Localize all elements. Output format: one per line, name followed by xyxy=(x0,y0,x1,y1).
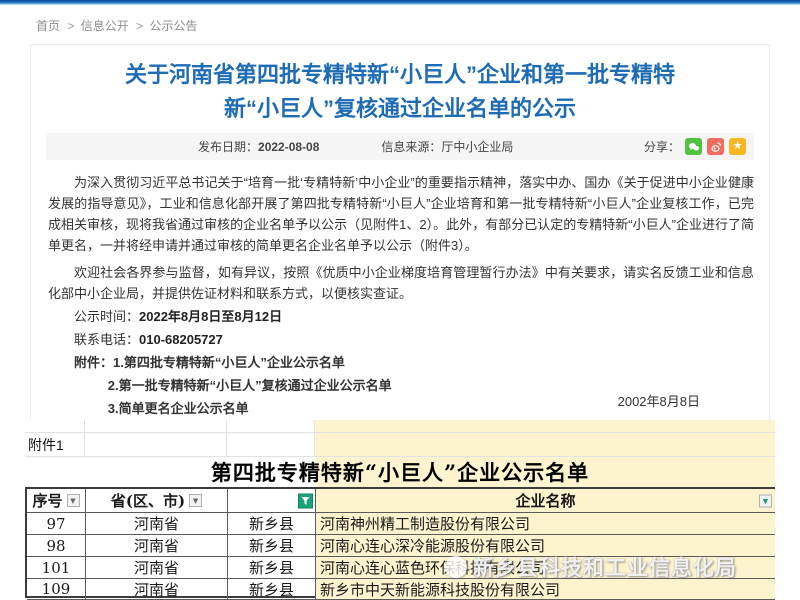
gridline xyxy=(84,420,85,456)
weibo-share-icon[interactable] xyxy=(707,138,724,155)
table-cell-company: 新乡市中天新能源科技股份有限公司 xyxy=(316,579,775,600)
table-cell-company: 河南心连心深冷能源股份有限公司 xyxy=(316,535,775,557)
table-cell-company: 河南心连心蓝色环保科技有限公司 xyxy=(316,557,775,579)
table-cell-county: 新乡县 xyxy=(228,513,316,535)
table-cell-seq: 98 xyxy=(27,535,86,557)
publish-date: 发布日期：2022-08-08 xyxy=(198,138,319,155)
publish-date-label: 发布日期： xyxy=(198,140,258,154)
company-table: 序号 ▼ 省(区、市) ▼ 企业名称 ▼ 97 河南省 新乡县 河南神州精工制造… xyxy=(25,487,775,598)
table-title-row: 第四批专精特新“小巨人”企业公示名单 xyxy=(25,456,775,487)
article-body: 为深入贯彻习近平总书记关于“培育一批‘专精特新’中小企业”的重要指示精神，落实中… xyxy=(48,172,754,421)
contact-phone-value: 010-68205727 xyxy=(139,332,223,347)
page-title: 关于河南省第四批专精特新“小巨人”企业和第一批专精特 新“小巨人”复核通过企业名… xyxy=(60,58,740,126)
table-cell-seq: 101 xyxy=(27,557,86,579)
notice-time-line: 公示时间：2022年8月8日至8月12日 xyxy=(48,306,754,327)
column-header-county xyxy=(228,489,316,513)
share-bar: 分享： ★ xyxy=(644,138,746,155)
column-header-company-label: 企业名称 xyxy=(515,490,575,511)
breadcrumb-info-disclosure[interactable]: 信息公开 xyxy=(81,19,129,33)
paragraph-2: 欢迎社会各界参与监督，如有异议，按照《优质中小企业梯度培育管理暂行办法》中有关要… xyxy=(48,262,754,304)
table-cell-province: 河南省 xyxy=(86,579,228,600)
column-header-province-label: 省(区、市) xyxy=(111,490,185,511)
notice-time-value: 2022年8月8日至8月12日 xyxy=(139,309,282,324)
filter-dropdown-icon[interactable]: ▼ xyxy=(189,494,202,507)
breadcrumb-home[interactable]: 首页 xyxy=(36,19,60,33)
article-meta-bar: 发布日期：2022-08-08 信息来源：厅中小企业局 分享： ★ xyxy=(46,133,754,160)
attachment-link-1[interactable]: 1.第四批专精特新“小巨人”企业公示名单 xyxy=(113,355,345,370)
wechat-share-icon[interactable] xyxy=(685,138,702,155)
gridline xyxy=(226,420,227,456)
table-cell-seq: 109 xyxy=(27,579,86,600)
top-banner-edge xyxy=(0,0,800,5)
table-cell-seq: 97 xyxy=(27,513,86,535)
contact-phone-line: 联系电话：010-68205727 xyxy=(48,329,754,350)
annex-band-highlight xyxy=(315,420,775,456)
paragraph-1: 为深入贯彻习近平总书记关于“培育一批‘专精特新’中小企业”的重要指示精神，落实中… xyxy=(48,172,754,256)
notice-time-label: 公示时间： xyxy=(74,309,139,324)
publish-date-value: 2022-08-08 xyxy=(258,140,319,154)
attachments-label: 附件： xyxy=(74,355,113,370)
column-header-province: 省(区、市) ▼ xyxy=(86,489,228,513)
info-source: 信息来源：厅中小企业局 xyxy=(381,138,513,155)
column-header-seq: 序号 ▼ xyxy=(27,489,86,513)
info-source-label: 信息来源： xyxy=(381,140,441,154)
breadcrumb-separator: > xyxy=(67,19,74,33)
info-source-value: 厅中小企业局 xyxy=(441,140,513,154)
table-cell-province: 河南省 xyxy=(86,557,228,579)
breadcrumb-separator: > xyxy=(136,19,143,33)
attachments-line: 附件：1.第四批专精特新“小巨人”企业公示名单 xyxy=(48,352,754,373)
table-cell-county: 新乡县 xyxy=(228,557,316,579)
table-cell-county: 新乡县 xyxy=(228,579,316,600)
gridline xyxy=(25,432,775,433)
column-header-seq-label: 序号 xyxy=(32,490,62,511)
page-title-line1: 关于河南省第四批专精特新“小巨人”企业和第一批专精特 xyxy=(60,58,740,92)
annex-label: 附件1 xyxy=(28,435,64,455)
qzone-share-icon[interactable]: ★ xyxy=(729,138,746,155)
page-title-line2: 新“小巨人”复核通过企业名单的公示 xyxy=(60,92,740,126)
table-cell-company: 河南神州精工制造股份有限公司 xyxy=(316,513,775,535)
sign-date: 2002年8月8日 xyxy=(618,391,700,410)
breadcrumb-current: 公示公告 xyxy=(149,19,197,33)
column-header-company: 企业名称 ▼ xyxy=(316,489,775,513)
breadcrumb: 首页 > 信息公开 > 公示公告 xyxy=(36,17,201,34)
annex-spreadsheet: 附件1 第四批专精特新“小巨人”企业公示名单 序号 ▼ 省(区、市) ▼ 企业名… xyxy=(25,420,775,598)
contact-phone-label: 联系电话： xyxy=(74,332,139,347)
table-cell-province: 河南省 xyxy=(86,535,228,557)
annex-band: 附件1 xyxy=(25,420,775,456)
table-title: 第四批专精特新“小巨人”企业公示名单 xyxy=(211,457,589,487)
table-cell-county: 新乡县 xyxy=(228,535,316,557)
active-filter-funnel-icon[interactable] xyxy=(298,493,313,508)
gridline xyxy=(314,420,315,456)
filter-dropdown-icon[interactable]: ▼ xyxy=(67,494,80,507)
filter-dropdown-icon[interactable]: ▼ xyxy=(759,494,772,507)
share-label: 分享： xyxy=(644,138,680,155)
table-cell-province: 河南省 xyxy=(86,513,228,535)
